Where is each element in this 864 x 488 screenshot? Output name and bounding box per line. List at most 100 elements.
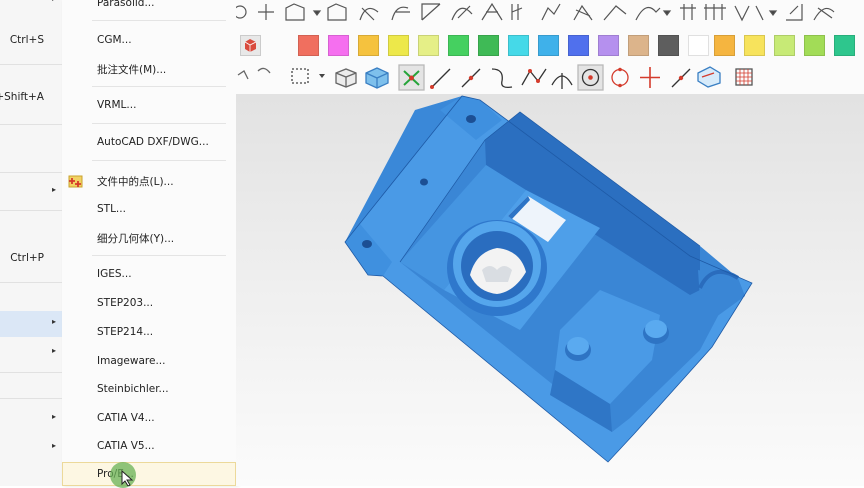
rotate-icon[interactable]	[237, 67, 271, 80]
dimension-icon[interactable]	[704, 4, 726, 20]
color-swatch[interactable]	[358, 35, 379, 56]
submenu-item-label: STL...	[97, 203, 126, 215]
grid-icon[interactable]	[735, 68, 753, 86]
cross-icon[interactable]	[640, 67, 660, 88]
submenu-item-label: STEP214...	[97, 326, 154, 338]
curve-icon[interactable]	[421, 3, 441, 21]
curve-icon[interactable]	[359, 7, 379, 21]
dimension-icon[interactable]	[813, 7, 835, 21]
color-swatch[interactable]	[658, 35, 679, 56]
color-swatch[interactable]	[598, 35, 619, 56]
circle-center-icon[interactable]	[577, 64, 604, 91]
submenu-arrow-icon: ▸	[51, 317, 56, 326]
color-swatch[interactable]	[744, 35, 765, 56]
submenu-item-parasolid[interactable]: Parasolid...	[62, 0, 236, 15]
menu-item-export[interactable]: ▸	[0, 344, 62, 362]
curve-icon[interactable]	[481, 2, 503, 21]
submenu-item-label: IGES...	[97, 268, 132, 280]
menu-item-import[interactable]: ▸	[0, 311, 62, 337]
sketch-shape-icon[interactable]	[285, 3, 305, 21]
submenu-item-cgm[interactable]: CGM...	[62, 30, 236, 52]
color-swatch[interactable]	[448, 35, 469, 56]
curve-icon[interactable]	[391, 6, 410, 21]
circle-icon[interactable]	[611, 67, 629, 88]
submenu-item-autocad[interactable]: AutoCAD DXF/DWG...	[62, 132, 236, 154]
arrow-dropdown-icon[interactable]	[768, 10, 778, 16]
menu-item-submenu[interactable]: ▸	[0, 183, 62, 201]
select-box-icon[interactable]	[291, 68, 309, 84]
submenu-item-label: 文件中的点(L)...	[97, 176, 174, 188]
color-swatch[interactable]	[628, 35, 649, 56]
submenu-item-catia-v5[interactable]: CATIA V5...	[62, 436, 236, 458]
dimension-icon[interactable]	[635, 6, 661, 21]
submenu-item-pro-e[interactable]: Pro/E...	[62, 462, 236, 486]
shortcut-label: Ctrl+P	[10, 252, 44, 264]
submenu-item-label: CATIA V5...	[97, 440, 155, 452]
file-menu: Ctrl+S +Shift+A ▸ Ctrl+P ▸ ▸ ▸ ▸ ▸	[0, 0, 63, 486]
dimension-icon[interactable]	[511, 4, 523, 20]
cube-icon[interactable]	[365, 67, 389, 89]
submenu-item-imageware[interactable]: Imageware...	[62, 351, 236, 373]
color-swatch[interactable]	[328, 35, 349, 56]
snap-grid-icon[interactable]	[398, 64, 425, 91]
dropdown-icon[interactable]	[319, 74, 325, 78]
dimension-icon[interactable]	[573, 4, 593, 21]
color-swatch[interactable]	[774, 35, 795, 56]
color-swatch[interactable]	[804, 35, 825, 56]
menu-separator	[92, 123, 226, 124]
arc-icon[interactable]	[551, 73, 573, 89]
diagonal-icon[interactable]	[671, 68, 691, 88]
menu-item-properties[interactable]: ▸	[0, 439, 62, 457]
line-red-icon[interactable]	[461, 68, 481, 88]
submenu-item-vrml[interactable]: VRML...	[62, 95, 236, 117]
point-icon[interactable]	[233, 5, 247, 19]
menu-separator	[92, 160, 226, 161]
menu-item-utilities[interactable]: ▸	[0, 410, 62, 428]
dimension-icon[interactable]	[680, 4, 696, 20]
view-icon[interactable]	[697, 66, 721, 88]
submenu-item-step203[interactable]: STEP203...	[62, 293, 236, 315]
menu-item-top[interactable]: ▸	[0, 0, 62, 18]
submenu-item-steinbichler[interactable]: Steinbichler...	[62, 379, 236, 401]
dimension-icon[interactable]	[786, 4, 803, 21]
graphics-viewport[interactable]	[236, 94, 864, 486]
spline-icon[interactable]	[521, 68, 547, 86]
color-swatch[interactable]	[538, 35, 559, 56]
arrow-dropdown-icon[interactable]	[662, 10, 672, 16]
color-swatch[interactable]	[834, 35, 855, 56]
submenu-item-catia-v4[interactable]: CATIA V4...	[62, 408, 236, 430]
dimension-icon[interactable]	[603, 5, 627, 21]
submenu-item-stl[interactable]: STL...	[62, 199, 236, 221]
color-swatch[interactable]	[508, 35, 529, 56]
menu-separator	[0, 282, 62, 283]
line-icon[interactable]	[430, 68, 451, 89]
color-swatch[interactable]	[714, 35, 735, 56]
submenu-arrow-icon: ▸	[51, 412, 56, 421]
plus-icon[interactable]	[258, 4, 274, 20]
color-picker-icon[interactable]	[240, 35, 261, 56]
color-swatch[interactable]	[568, 35, 589, 56]
menu-item-print[interactable]: Ctrl+P	[0, 250, 62, 268]
dimension-icon[interactable]	[541, 3, 561, 21]
curve-icon[interactable]	[451, 5, 473, 21]
color-swatch[interactable]	[418, 35, 439, 56]
submenu-item-faceted-body[interactable]: 细分几何体(Y)...	[62, 227, 236, 249]
3d-part-model[interactable]	[236, 94, 864, 486]
color-swatch[interactable]	[388, 35, 409, 56]
arrow-dropdown-icon[interactable]	[312, 10, 322, 16]
menu-item-save[interactable]: Ctrl+S	[0, 32, 62, 50]
curve-tangent-icon[interactable]	[491, 68, 513, 89]
submenu-arrow-icon: ▸	[51, 185, 56, 194]
color-swatch[interactable]	[478, 35, 499, 56]
menu-separator	[0, 398, 62, 399]
submenu-item-label: 批注文件(M)...	[97, 64, 167, 76]
surface-icon[interactable]	[327, 3, 347, 21]
color-swatch[interactable]	[298, 35, 319, 56]
color-swatch[interactable]	[688, 35, 709, 56]
submenu-item-points-from-file[interactable]: 文件中的点(L)...	[62, 170, 236, 192]
submenu-item-step214[interactable]: STEP214...	[62, 322, 236, 344]
menu-item-save-as[interactable]: +Shift+A	[0, 89, 62, 107]
submenu-item-iges[interactable]: IGES...	[62, 264, 236, 286]
shaded-box-icon[interactable]	[335, 68, 357, 88]
submenu-item-annotation-file[interactable]: 批注文件(M)...	[62, 58, 236, 80]
